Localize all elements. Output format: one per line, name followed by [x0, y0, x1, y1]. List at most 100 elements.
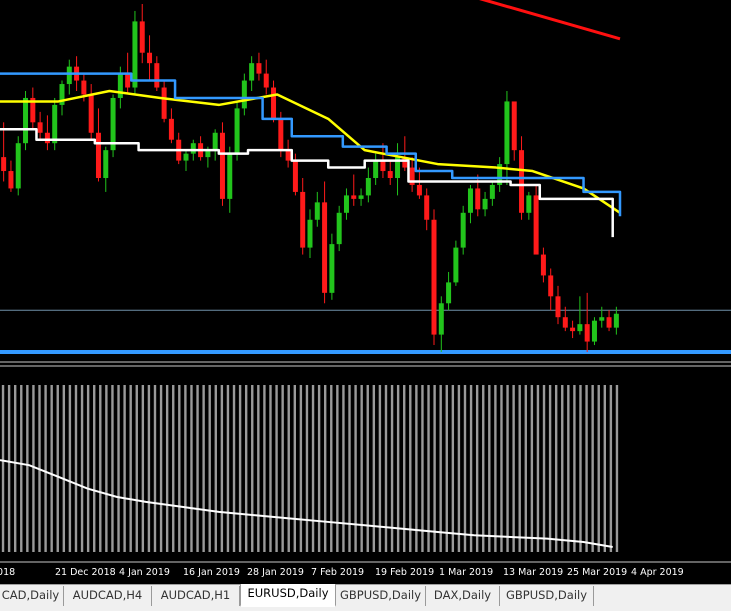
date-tick-label: 7 Feb 2019 [311, 567, 364, 578]
candle-body [154, 63, 160, 88]
candle-body [351, 195, 357, 199]
candle-body [249, 63, 255, 81]
candle-body [139, 21, 145, 53]
candle-body [591, 320, 597, 342]
date-tick-label: 28 Jan 2019 [247, 567, 304, 578]
tab-cad-daily[interactable]: CAD,Daily [0, 586, 64, 606]
candle-body [431, 219, 437, 335]
candle-body [66, 66, 72, 85]
candle-body [482, 198, 488, 210]
candle-body [227, 153, 233, 199]
candle [431, 209, 437, 346]
candle-body [234, 108, 240, 154]
candle-body [475, 188, 481, 210]
candle-body [555, 296, 561, 318]
candle-body [117, 73, 123, 98]
candle [15, 136, 21, 196]
tab-audcad-h4[interactable]: AUDCAD,H4 [64, 586, 152, 606]
candle-body [606, 317, 612, 328]
candle-body [387, 171, 393, 178]
candle-body [256, 63, 262, 74]
candle-body [548, 275, 554, 297]
candle-body [599, 317, 605, 321]
candle-body [271, 87, 277, 119]
candle-body [511, 101, 517, 151]
candle-body [424, 195, 430, 220]
candle [52, 97, 58, 151]
candle [234, 101, 240, 161]
candle [591, 317, 597, 346]
candle-body [526, 195, 532, 213]
candle-body [336, 212, 342, 245]
candle-body [95, 132, 101, 178]
date-tick-label: 21 Dec 2018 [55, 567, 116, 578]
candle-body [132, 21, 138, 88]
candle-body [438, 303, 444, 335]
candle [110, 94, 116, 158]
tab-eurusd-daily[interactable]: EURUSD,Daily [240, 584, 336, 607]
candle-body [285, 150, 291, 161]
candle-body [8, 171, 14, 189]
candle-body [81, 80, 87, 95]
candle-body [103, 150, 109, 178]
date-tick-label: 1 Mar 2019 [439, 567, 493, 578]
candle-body [15, 143, 21, 189]
candle-body [460, 212, 466, 248]
tab-gbpusd-daily[interactable]: GBPUSD,Daily [500, 586, 594, 606]
candle-body [373, 160, 379, 178]
chart-tab-bar: CAD,Daily AUDCAD,H4 AUDCAD,H1 EURUSD,Daily G… [0, 584, 731, 611]
tab-gbpusd-daily[interactable]: GBPUSD,Daily [336, 586, 426, 606]
candle-body [88, 94, 94, 133]
candle-body [446, 282, 452, 304]
candle-body [292, 160, 298, 192]
date-tick-label: 25 Mar 2019 [567, 567, 627, 578]
candle-body [1, 157, 7, 172]
candle-body [329, 244, 335, 293]
candle-body [577, 324, 583, 332]
candle-body [125, 73, 131, 88]
date-tick-label: 13 Mar 2019 [503, 567, 563, 578]
candle-body [540, 254, 546, 276]
tab-dax-daily[interactable]: DAX,Daily [426, 586, 500, 606]
candle [219, 122, 225, 206]
candle-body [467, 188, 473, 213]
candle-body [416, 184, 422, 196]
candle-body [343, 195, 349, 213]
candle-body [365, 178, 371, 196]
candle-body [519, 150, 525, 213]
candle [132, 10, 138, 95]
candle-body [489, 184, 495, 199]
candle-body [190, 143, 196, 154]
candle [460, 205, 466, 255]
tab-audcad-h1[interactable]: AUDCAD,H1 [152, 586, 240, 606]
candle-body [219, 132, 225, 199]
candle-body [183, 153, 189, 161]
candle-body [52, 104, 58, 144]
candle-body [562, 317, 568, 328]
candle-body [241, 80, 247, 109]
candle-body [322, 202, 328, 293]
chart-background [0, 0, 731, 584]
candle [533, 184, 539, 255]
candle-body [533, 195, 539, 255]
candle-body [263, 73, 269, 88]
candle-body [37, 122, 43, 133]
candle-body [212, 132, 218, 151]
date-tick-label: 19 Feb 2019 [375, 567, 434, 578]
candle-body [613, 313, 619, 328]
date-tick-label: 16 Jan 2019 [183, 567, 240, 578]
price-chart[interactable]: 2018 21 Dec 20184 Jan 2019 16 Jan 2019 28 J… [0, 0, 731, 584]
candle-body [168, 118, 174, 140]
candle-body [380, 160, 386, 172]
candle-body [278, 118, 284, 151]
candle-body [44, 132, 50, 144]
candle-body [504, 101, 510, 165]
candle-body [358, 195, 364, 199]
candle-body [314, 202, 320, 220]
candle [23, 91, 29, 151]
candle-body [147, 52, 153, 64]
date-axis: 2018 21 Dec 20184 Jan 2019 16 Jan 2019 28 J… [0, 567, 684, 578]
date-tick-label: 2018 [0, 567, 15, 578]
date-tick-label: 4 Apr 2019 [631, 567, 684, 578]
candle-body [453, 247, 459, 283]
